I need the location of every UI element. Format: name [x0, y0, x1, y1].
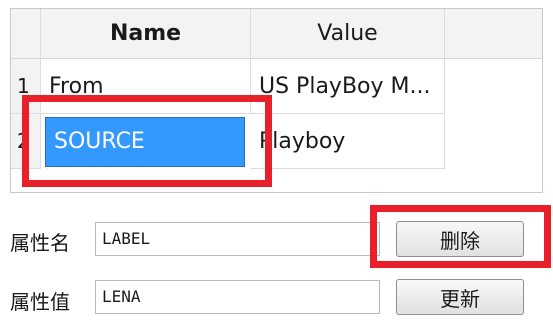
- table-cell-name-selected[interactable]: SOURCE: [45, 117, 245, 167]
- attribute-name-input[interactable]: LABEL: [95, 222, 380, 256]
- table-cell-name[interactable]: From: [41, 59, 251, 114]
- header-corner: [11, 9, 41, 59]
- attribute-name-label: 属性名: [10, 231, 70, 255]
- row-number[interactable]: 1: [11, 59, 41, 114]
- attribute-value-input[interactable]: LENA: [95, 280, 380, 314]
- table-cell-value[interactable]: US PlayBoy M...: [251, 59, 445, 114]
- delete-button[interactable]: 删除: [396, 221, 524, 257]
- table-cell-value[interactable]: Playboy: [251, 114, 445, 169]
- update-button[interactable]: 更新: [396, 279, 524, 315]
- header-filler: [445, 9, 542, 59]
- column-header-value[interactable]: Value: [251, 9, 445, 59]
- row-number[interactable]: 2: [11, 114, 41, 169]
- attribute-value-label: 属性值: [10, 290, 70, 314]
- column-header-name[interactable]: Name: [41, 9, 251, 59]
- attribute-table: Name Value 1 From US PlayBoy M... 2 SOUR…: [10, 8, 543, 193]
